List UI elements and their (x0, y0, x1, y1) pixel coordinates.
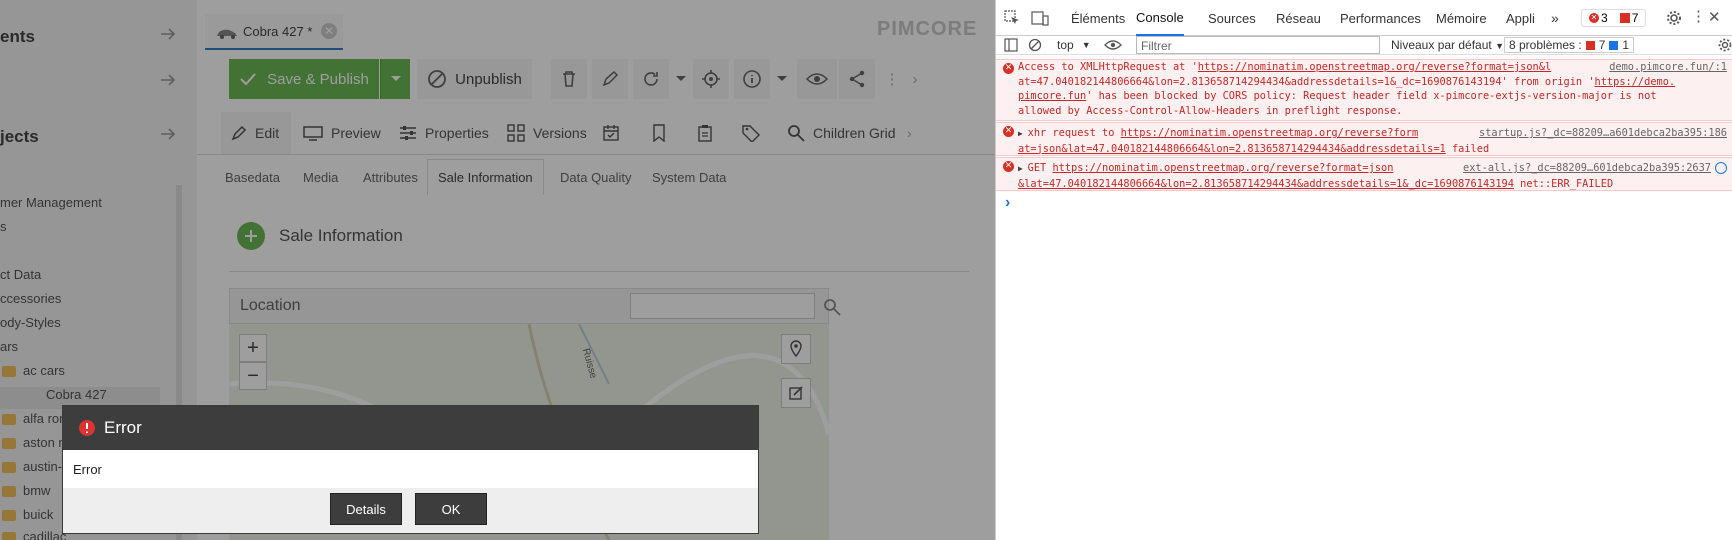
source-link[interactable]: demo.pimcore.fun/:1 (1609, 60, 1727, 75)
flag-icon (1585, 40, 1595, 50)
devtools-tab-sources[interactable]: Sources (1208, 0, 1256, 36)
message-text: ' has been blocked by CORS policy: Reque… (1086, 90, 1657, 102)
problems-button[interactable]: 8 problèmes : 7 1 (1504, 37, 1635, 53)
console-error-message: ✕ ▶ GET https://nominatim.openstreetmap.… (996, 157, 1732, 191)
alert-icon (79, 420, 95, 436)
message-line: pimcore.fun' has been blocked by CORS po… (1018, 89, 1727, 104)
source-link[interactable]: startup.js?_dc=88209…a601debca2ba395:186 (1479, 126, 1727, 141)
sidebar-toggle-icon[interactable] (1004, 38, 1018, 52)
expand-arrow-icon[interactable]: ▶ (1018, 129, 1028, 138)
filter-input[interactable]: Filtrer (1136, 36, 1380, 54)
error-icon: ✕ (1589, 13, 1599, 23)
issue-counters[interactable]: ✕ 3 7 (1581, 9, 1647, 27)
warning-count: 7 (1631, 11, 1639, 25)
console-prompt[interactable]: › (1005, 194, 1010, 212)
error-count: 3 (1601, 11, 1608, 25)
close-icon[interactable]: ✕ (1708, 8, 1721, 26)
message-line: ▶ GET https://nominatim.openstreetmap.or… (1018, 161, 1727, 177)
chevron-down-icon: ▼ (1081, 40, 1091, 50)
info-message-icon (1609, 40, 1619, 50)
problems-label: 8 problèmes : (1509, 38, 1582, 52)
devtools-tab-performance[interactable]: Performances (1340, 0, 1421, 36)
console-error-message: ✕ ▶ xhr request to https://nominatim.ope… (996, 122, 1732, 156)
message-text: allowed by Access-Control-Allow-Headers … (1018, 104, 1403, 117)
problems-info: 1 (1622, 38, 1630, 52)
context-value: top (1057, 38, 1074, 52)
devtools-tab-application[interactable]: Appli (1506, 0, 1535, 36)
message-text: failed (1445, 142, 1490, 155)
request-url-link[interactable]: https://nominatim.openstreetmap.org/reve… (1052, 162, 1393, 174)
dialog-message: Error (73, 462, 102, 477)
clear-console-icon[interactable] (1028, 38, 1042, 52)
request-url-link[interactable]: https://nominatim.openstreetmap.org/reve… (1198, 61, 1551, 73)
levels-label: Niveaux par défaut (1391, 38, 1492, 52)
expand-arrow-icon[interactable]: ▶ (1018, 164, 1028, 173)
inspect-element-icon[interactable] (1004, 10, 1020, 26)
context-select[interactable]: top ▼ (1051, 36, 1097, 54)
request-url-link[interactable]: &lat=47.040182144806664&lon=2.8136587142… (1018, 178, 1514, 190)
message-text: xhr request to (1027, 127, 1121, 139)
error-icon: ✕ (1003, 63, 1014, 74)
message-text: net::ERR_FAILED (1513, 177, 1614, 190)
request-url-link[interactable]: at=json&lat=47.040182144806664&lon=2.813… (1018, 143, 1446, 155)
error-icon: ✕ (1003, 161, 1014, 172)
more-tabs-icon[interactable]: » (1551, 0, 1559, 36)
devtools-tab-network[interactable]: Réseau (1276, 0, 1321, 36)
devtools-tab-console[interactable]: Console (1136, 0, 1184, 36)
network-request-icon[interactable] (1715, 162, 1727, 174)
details-button[interactable]: Details (330, 493, 402, 525)
message-text: Access to XMLHttpRequest at ' (1018, 61, 1198, 73)
devtools-panel: Éléments Console Sources Réseau Performa… (995, 0, 1732, 540)
message-line: Access to XMLHttpRequest at 'https://nom… (1018, 60, 1727, 75)
problems-errors: 7 (1598, 38, 1606, 52)
error-icon: ✕ (1003, 126, 1014, 137)
warning-counter: 7 (1617, 11, 1642, 25)
console-error-message: ✕ Access to XMLHttpRequest at 'https://n… (996, 59, 1732, 121)
message-line: &lat=47.040182144806664&lon=2.8136587142… (1018, 177, 1727, 192)
message-text: GET (1027, 162, 1053, 174)
devtools-tab-memory[interactable]: Mémoire (1436, 0, 1487, 36)
origin-link[interactable]: https://demo. (1595, 76, 1676, 88)
device-toolbar-icon[interactable] (1031, 10, 1049, 26)
dialog-title: Error (104, 418, 142, 437)
ok-button[interactable]: OK (415, 493, 487, 525)
devtools-tab-elements[interactable]: Éléments (1071, 0, 1125, 36)
gear-icon[interactable] (1666, 10, 1682, 26)
dialog-body: Error (63, 450, 758, 488)
source-link[interactable]: ext-all.js?_dc=88209…601debca2ba395:2637 (1463, 161, 1711, 176)
flag-icon (1619, 13, 1630, 23)
devtools-tabbar: Éléments Console Sources Réseau Performa… (996, 0, 1732, 36)
message-line: ▶ xhr request to https://nominatim.opens… (1018, 126, 1727, 142)
dialog-footer: Details OK (63, 488, 758, 533)
kebab-menu-icon[interactable]: ⋮ (1691, 7, 1706, 25)
pimcore-app: ents jects mer Management s ct Data cces… (0, 0, 995, 540)
message-line: allowed by Access-Control-Allow-Headers … (1018, 104, 1727, 119)
error-dialog: Error Error Details OK (62, 405, 759, 534)
origin-link[interactable]: pimcore.fun (1018, 90, 1086, 102)
request-url-link[interactable]: https://nominatim.openstreetmap.org/reve… (1121, 127, 1419, 139)
eye-icon[interactable] (1104, 39, 1122, 51)
log-levels-select[interactable]: Niveaux par défaut ▼ (1391, 38, 1504, 52)
message-text: at=47.040182144806664&lon=2.813658714294… (1018, 75, 1595, 88)
message-line: at=json&lat=47.040182144806664&lon=2.813… (1018, 142, 1727, 157)
error-counter: ✕ 3 (1586, 11, 1611, 25)
console-toolbar: top ▼ Filtrer Niveaux par défaut ▼ 8 pro… (996, 36, 1732, 55)
dialog-header: Error (63, 406, 758, 450)
chevron-down-icon: ▼ (1495, 41, 1504, 51)
gear-icon[interactable] (1718, 38, 1732, 52)
message-line: at=47.040182144806664&lon=2.813658714294… (1018, 75, 1727, 90)
